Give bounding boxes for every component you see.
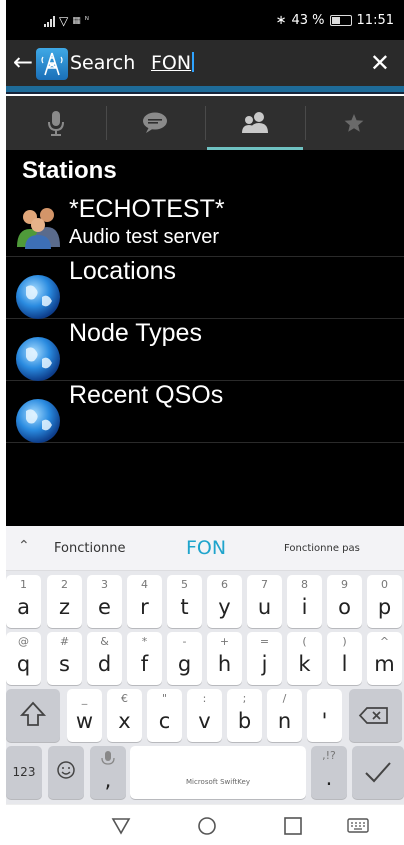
- keyboard-hide-icon[interactable]: [346, 815, 370, 837]
- system-nav-bar: [6, 804, 404, 845]
- key-e[interactable]: 3e: [87, 575, 122, 628]
- backspace-icon: [358, 707, 388, 724]
- app-frame: ▽ ▦ ᴺ ∗ 43 % 11:51 ← Search FON ✕ Statio…: [6, 0, 404, 845]
- key-k[interactable]: (k: [287, 632, 322, 685]
- emoji-icon: [57, 761, 75, 779]
- people-group-icon: [17, 208, 60, 249]
- globe-icon: [16, 337, 60, 381]
- key-t[interactable]: 5t: [167, 575, 202, 628]
- key-m[interactable]: ^ m: [367, 632, 402, 685]
- space-bar[interactable]: Microsoft SwiftKey: [130, 746, 306, 799]
- key-i[interactable]: 8i: [287, 575, 322, 628]
- battery-icon: [329, 15, 352, 26]
- enter-key[interactable]: [352, 746, 404, 799]
- key-o[interactable]: 9o: [327, 575, 362, 628]
- nav-home-circle-icon[interactable]: [196, 815, 218, 837]
- key-q[interactable]: @ q: [6, 632, 41, 685]
- search-toolbar: ← Search FON ✕: [6, 40, 404, 86]
- key-x[interactable]: € x: [107, 689, 142, 742]
- section-title: Stations: [22, 157, 117, 184]
- key-p[interactable]: 0p: [367, 575, 402, 628]
- emoji-key[interactable]: [48, 746, 84, 799]
- list-item-title: Node Types: [69, 319, 202, 347]
- status-bar: ▽ ▦ ᴺ ∗ 43 % 11:51: [6, 0, 404, 40]
- key-s[interactable]: # s: [47, 632, 82, 685]
- expand-toolbar-icon[interactable]: ⌃: [18, 538, 30, 554]
- key-b[interactable]: ; b: [227, 689, 262, 742]
- suggestion-bar: ⌃ Fonctionne FON Fonctionne pas: [6, 526, 404, 571]
- toolbar-accent-bar: [6, 86, 404, 94]
- key-l[interactable]: ) l: [327, 632, 362, 685]
- globe-icon: [16, 399, 60, 443]
- key-c[interactable]: " c: [147, 689, 182, 742]
- key-z[interactable]: 2z: [47, 575, 82, 628]
- numbers-key[interactable]: 123: [6, 746, 42, 799]
- nav-recents-square-icon[interactable]: [282, 815, 304, 837]
- nav-back-triangle-icon[interactable]: [110, 815, 132, 837]
- comma-key[interactable]: ,: [90, 746, 126, 799]
- key-r[interactable]: 4r: [127, 575, 162, 628]
- key-a[interactable]: 1a: [6, 575, 41, 628]
- key-y[interactable]: 6y: [207, 575, 242, 628]
- suggestion-center[interactable]: FON: [186, 537, 226, 559]
- period-key[interactable]: ,!?.: [311, 746, 347, 799]
- clock: 11:51: [356, 13, 394, 28]
- list-item-title: Locations: [69, 257, 177, 285]
- list-item[interactable]: Node Types: [6, 319, 404, 381]
- microphone-icon: [101, 751, 115, 765]
- carrier-indicator: ᴺ: [84, 16, 89, 26]
- list-item-title: Recent QSOs: [69, 381, 224, 409]
- list-item[interactable]: *ECHOTEST* Audio test server: [6, 195, 404, 257]
- key-j[interactable]: = j: [247, 632, 282, 685]
- key-d[interactable]: & d: [87, 632, 122, 685]
- backspace-key[interactable]: [349, 689, 402, 742]
- close-icon[interactable]: ✕: [370, 49, 390, 77]
- search-query-text: FON: [151, 52, 192, 74]
- tab-favorites[interactable]: [304, 96, 404, 150]
- suggestion-right[interactable]: Fonctionne pas: [284, 543, 360, 554]
- key-u[interactable]: 7u: [247, 575, 282, 628]
- list-item-title: *ECHOTEST*: [69, 195, 225, 223]
- people-icon: [241, 112, 268, 133]
- key-apostrophe[interactable]: ': [307, 689, 342, 742]
- microphone-icon: [47, 111, 64, 136]
- battery-percent: 43 %: [291, 13, 325, 28]
- back-arrow-icon[interactable]: ←: [10, 49, 36, 75]
- soft-keyboard: ⌃ Fonctionne FON Fonctionne pas 1a 2z 3e…: [6, 526, 404, 804]
- radio-tower-icon: [36, 48, 68, 80]
- status-left: ▽ ▦ ᴺ: [44, 14, 89, 28]
- signal-icon: [44, 15, 55, 27]
- search-input[interactable]: FON: [151, 52, 195, 74]
- key-h[interactable]: + h: [207, 632, 242, 685]
- key-v[interactable]: :v: [187, 689, 222, 742]
- nfc-icon: ▦: [72, 16, 81, 26]
- suggestion-left[interactable]: Fonctionne: [54, 541, 126, 556]
- shift-key[interactable]: [6, 689, 60, 742]
- shift-icon: [19, 701, 47, 726]
- status-right: ∗ 43 % 11:51: [276, 13, 394, 28]
- globe-icon: [16, 275, 60, 319]
- bluetooth-icon: ∗: [275, 13, 287, 28]
- tab-stations[interactable]: [205, 96, 305, 150]
- tab-chat[interactable]: [105, 96, 206, 150]
- key-g[interactable]: -g: [167, 632, 202, 685]
- key-f[interactable]: * f: [127, 632, 162, 685]
- star-icon: [344, 114, 364, 132]
- list-item-subtitle: Audio test server: [69, 226, 220, 248]
- list-item[interactable]: Recent QSOs: [6, 381, 404, 443]
- checkmark-icon: [365, 762, 391, 783]
- key-n[interactable]: / n: [267, 689, 302, 742]
- wifi-icon: ▽: [59, 14, 69, 28]
- tab-microphone[interactable]: [6, 96, 106, 150]
- stations-list-panel: Stations *ECHOTEST* Audio test server Lo…: [6, 150, 404, 526]
- key-w[interactable]: _ w: [67, 689, 102, 742]
- tab-bar: [6, 96, 404, 150]
- chat-bubble-icon: [143, 112, 168, 133]
- list-item[interactable]: Locations: [6, 257, 404, 319]
- search-label: Search: [70, 52, 136, 74]
- text-cursor: [192, 52, 195, 72]
